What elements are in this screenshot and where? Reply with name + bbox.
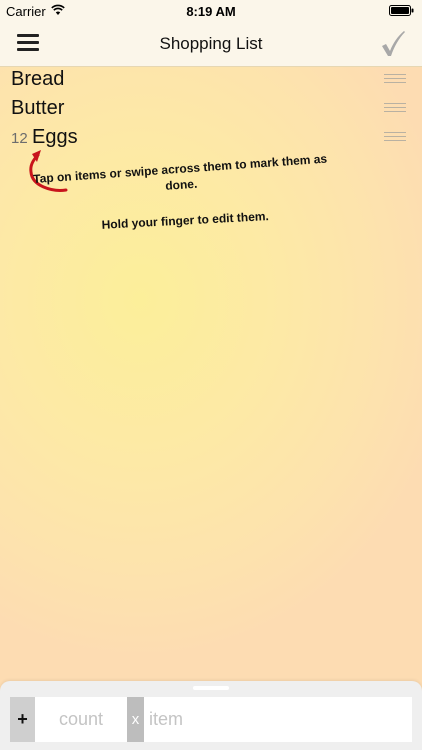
count-input[interactable]: count [35, 697, 127, 742]
drag-handle-icon[interactable] [384, 132, 406, 141]
item-count: 12 [11, 130, 28, 147]
times-label: x [127, 697, 144, 742]
checkmark-icon [382, 31, 405, 56]
status-bar: Carrier 8:19 AM [0, 0, 422, 22]
done-button[interactable] [380, 28, 406, 58]
help-text-tap: Tap on items or swipe across them to mar… [32, 151, 328, 193]
page-title: Shopping List [159, 34, 263, 53]
shopping-list-screen: Carrier 8:19 AM Shopping List Bread Butt… [0, 0, 422, 750]
help-text-hold: Hold your finger to edit them. [101, 209, 270, 232]
drag-handle-icon[interactable] [384, 103, 406, 112]
list-item[interactable]: Bread [0, 66, 422, 95]
item-input[interactable]: item [144, 697, 412, 742]
drag-handle-icon[interactable] [384, 74, 406, 83]
battery-icon [389, 5, 414, 16]
item-name: Butter [11, 97, 65, 119]
status-time: 8:19 AM [186, 4, 236, 19]
item-name: Bread [11, 68, 65, 90]
list-item[interactable]: Butter [0, 95, 422, 124]
add-button[interactable]: + [10, 697, 35, 742]
add-item-bar: + count x item [0, 681, 422, 750]
nav-bar: Shopping List [0, 22, 422, 67]
grabber-handle[interactable] [193, 686, 229, 690]
